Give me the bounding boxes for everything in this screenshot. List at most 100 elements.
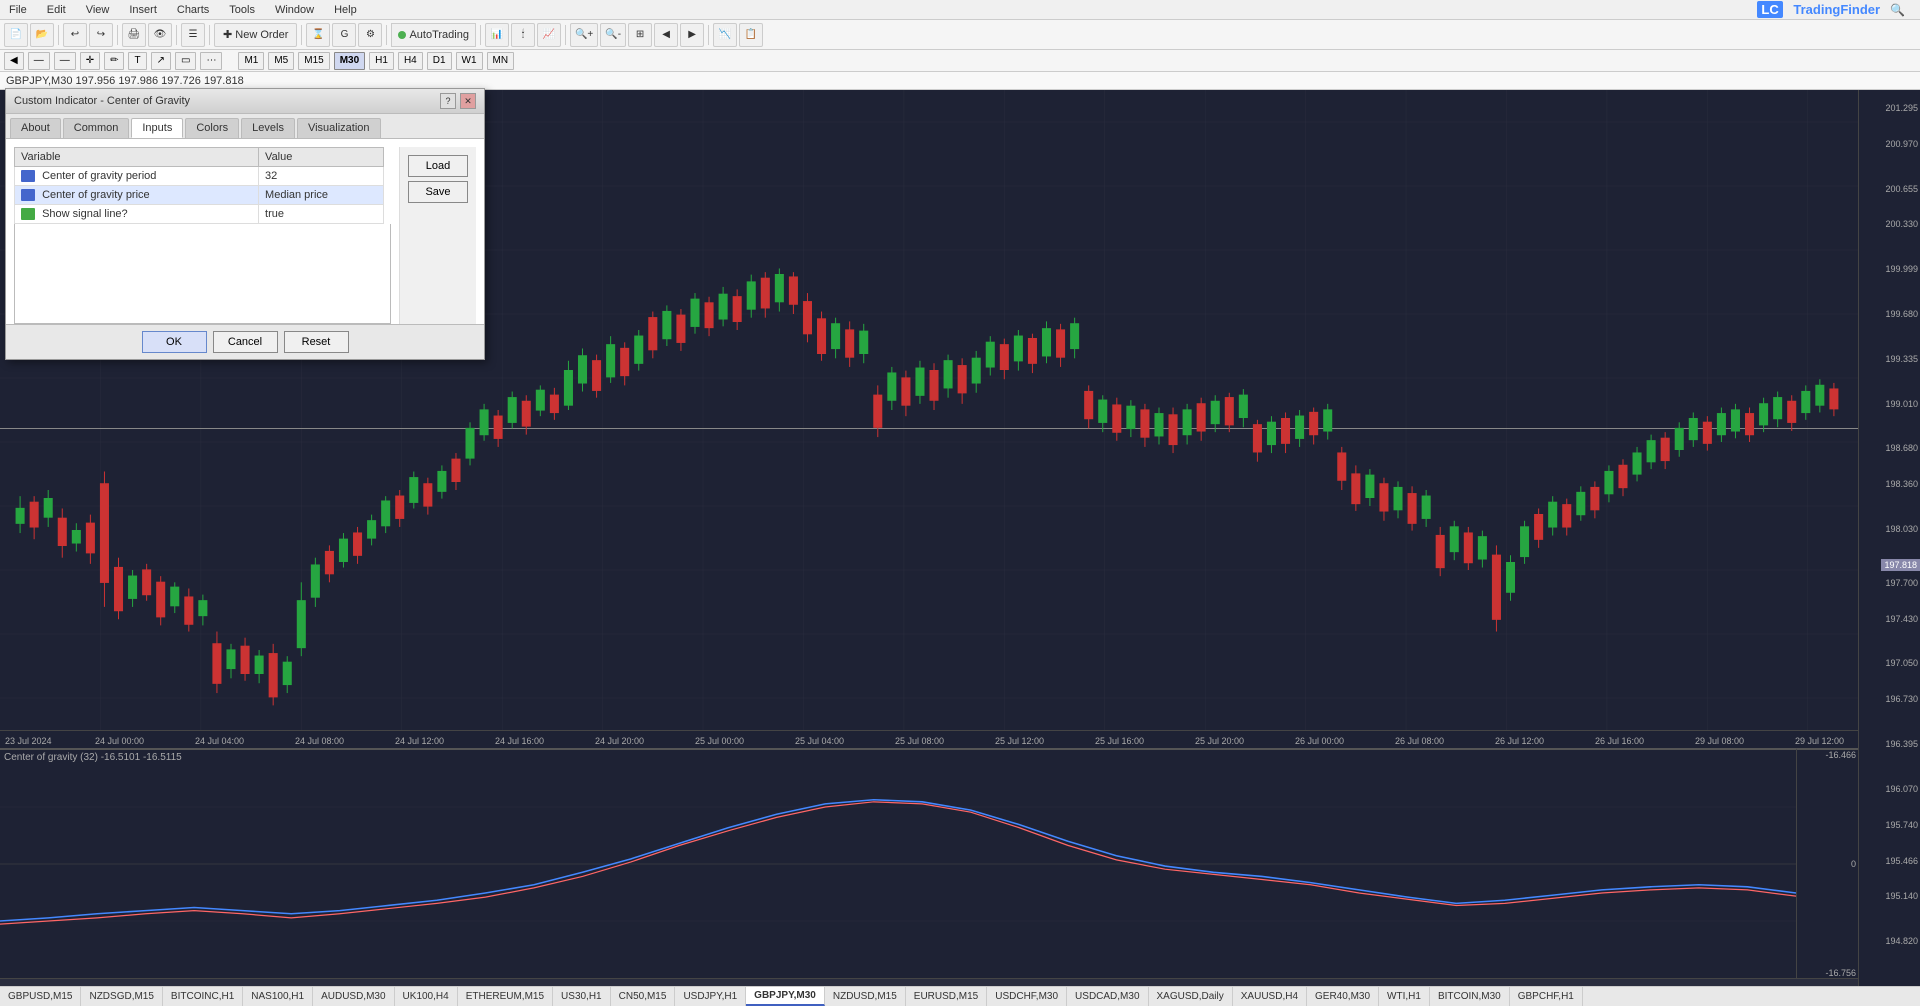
tf-m1[interactable]: M1 bbox=[238, 52, 264, 70]
line-chart-btn[interactable]: 📈 bbox=[537, 23, 561, 47]
candle-chart-btn[interactable]: 🕯 bbox=[511, 23, 535, 47]
dialog-tab-inputs[interactable]: Inputs bbox=[131, 118, 183, 138]
symbol-info: GBPJPY,M30 197.956 197.986 197.726 197.8… bbox=[6, 75, 244, 87]
tab-gbpusd-m15[interactable]: GBPUSD,M15 bbox=[0, 987, 81, 1006]
tf-m30[interactable]: M30 bbox=[334, 52, 365, 70]
tf-crosshair[interactable]: ✛ bbox=[80, 52, 100, 70]
tab-usdcad-m30[interactable]: USDCAD,M30 bbox=[1067, 987, 1148, 1006]
indicator-panel[interactable]: Center of gravity (32) -16.5101 -16.5115 bbox=[0, 748, 1796, 978]
row-variable-3: Show signal line? bbox=[42, 208, 128, 220]
undo-btn[interactable]: ↩ bbox=[63, 23, 87, 47]
tf-more[interactable]: ⋯ bbox=[200, 52, 222, 70]
tab-usdjpy-h1[interactable]: USDJPY,H1 bbox=[675, 987, 746, 1006]
new-order-btn[interactable]: ✚ New Order bbox=[214, 23, 297, 47]
dialog-tab-about[interactable]: About bbox=[10, 118, 61, 138]
scroll-right-btn[interactable]: ▶ bbox=[680, 23, 704, 47]
tab-nzdsgd-m15[interactable]: NZDSGD,M15 bbox=[81, 987, 162, 1006]
scroll-left-btn[interactable]: ◀ bbox=[654, 23, 678, 47]
global-var-btn[interactable]: G bbox=[332, 23, 356, 47]
dialog-close-btn[interactable]: ✕ bbox=[460, 93, 476, 109]
tab-gbpchf-h1[interactable]: GBPCHF,H1 bbox=[1510, 987, 1583, 1006]
row-variable-2: Center of gravity price bbox=[42, 189, 150, 201]
tab-xauusd-h4[interactable]: XAUUSD,H4 bbox=[1233, 987, 1307, 1006]
ok-button[interactable]: OK bbox=[142, 331, 207, 353]
dialog-help-btn[interactable]: ? bbox=[440, 93, 456, 109]
tf-line-tool[interactable]: — bbox=[28, 52, 50, 70]
tab-us30-h1[interactable]: US30,H1 bbox=[553, 987, 611, 1006]
dialog-tab-visualization[interactable]: Visualization bbox=[297, 118, 381, 138]
tf-m5[interactable]: M5 bbox=[268, 52, 294, 70]
tab-gbpjpy-m30[interactable]: GBPJPY,M30 bbox=[746, 987, 825, 1006]
auto-trading-btn[interactable]: AutoTrading bbox=[391, 23, 476, 47]
menu-help[interactable]: Help bbox=[330, 4, 361, 16]
menu-file[interactable]: File bbox=[5, 4, 31, 16]
tab-cn50-m15[interactable]: CN50,M15 bbox=[611, 987, 676, 1006]
tab-bitcoin-m30[interactable]: BITCOIN,M30 bbox=[1430, 987, 1510, 1006]
row-value-3[interactable]: true bbox=[259, 205, 384, 224]
zoom-out-btn[interactable]: 🔍- bbox=[600, 23, 626, 47]
dialog-tab-common[interactable]: Common bbox=[63, 118, 130, 138]
tf-arrow[interactable]: ↗ bbox=[151, 52, 171, 70]
tab-xagusd-daily[interactable]: XAGUSD,Daily bbox=[1149, 987, 1233, 1006]
menu-bar: File Edit View Insert Charts Tools Windo… bbox=[0, 0, 1920, 20]
menu-tools[interactable]: Tools bbox=[225, 4, 259, 16]
templates-btn[interactable]: 📋 bbox=[739, 23, 763, 47]
tab-ger40-m30[interactable]: GER40,M30 bbox=[1307, 987, 1379, 1006]
profiles-btn[interactable]: ☰ bbox=[181, 23, 205, 47]
tf-h4[interactable]: H4 bbox=[398, 52, 423, 70]
cancel-button[interactable]: Cancel bbox=[213, 331, 278, 353]
search-icon[interactable]: 🔍 bbox=[1890, 3, 1905, 17]
row-icon-blue-1 bbox=[21, 170, 35, 182]
tf-rectangle[interactable]: ▭ bbox=[175, 52, 196, 70]
tab-nas100-h1[interactable]: NAS100,H1 bbox=[243, 987, 313, 1006]
tf-d1[interactable]: D1 bbox=[427, 52, 452, 70]
dialog-titlebar[interactable]: Custom Indicator - Center of Gravity ? ✕ bbox=[6, 89, 484, 114]
tf-mn[interactable]: MN bbox=[487, 52, 515, 70]
menu-window[interactable]: Window bbox=[271, 4, 318, 16]
tab-usdchf-m30[interactable]: USDCHF,M30 bbox=[987, 987, 1067, 1006]
tf-pencil[interactable]: ✏ bbox=[104, 52, 124, 70]
tf-w1[interactable]: W1 bbox=[456, 52, 483, 70]
tf-h1[interactable]: H1 bbox=[369, 52, 394, 70]
tab-bitcoin-h1[interactable]: BITCOINC,H1 bbox=[163, 987, 243, 1006]
tab-wti-h1[interactable]: WTI,H1 bbox=[1379, 987, 1430, 1006]
table-row[interactable]: Show signal line? true bbox=[15, 205, 384, 224]
menu-view[interactable]: View bbox=[82, 4, 114, 16]
tab-audusd-m30[interactable]: AUDUSD,M30 bbox=[313, 987, 394, 1006]
tab-uk100-h4[interactable]: UK100,H4 bbox=[395, 987, 458, 1006]
menu-edit[interactable]: Edit bbox=[43, 4, 70, 16]
chart-scrollbar[interactable] bbox=[0, 978, 1858, 986]
svg-text:25 Jul 00:00: 25 Jul 00:00 bbox=[695, 736, 744, 746]
tab-nzdusd-m15[interactable]: NZDUSD,M15 bbox=[825, 987, 906, 1006]
print-btn[interactable]: 🖨 bbox=[122, 23, 146, 47]
bar-chart-btn[interactable]: 📊 bbox=[485, 23, 509, 47]
indicators-btn[interactable]: 📉 bbox=[713, 23, 737, 47]
dialog-tab-colors[interactable]: Colors bbox=[185, 118, 239, 138]
fit-btn[interactable]: ⊞ bbox=[628, 23, 652, 47]
menu-charts[interactable]: Charts bbox=[173, 4, 213, 16]
reset-button[interactable]: Reset bbox=[284, 331, 349, 353]
row-value-1[interactable]: 32 bbox=[259, 167, 384, 186]
zoom-in-btn[interactable]: 🔍+ bbox=[570, 23, 598, 47]
tf-text[interactable]: T bbox=[128, 52, 146, 70]
chart-tab-bar: GBPUSD,M15 NZDSGD,M15 BITCOINC,H1 NAS100… bbox=[0, 986, 1920, 1006]
table-row[interactable]: Center of gravity period 32 bbox=[15, 167, 384, 186]
tf-m15[interactable]: M15 bbox=[298, 52, 329, 70]
tab-eurusd-m15[interactable]: EURUSD,M15 bbox=[906, 987, 987, 1006]
print-prev-btn[interactable]: 👁 bbox=[148, 23, 172, 47]
indicator-dialog[interactable]: Custom Indicator - Center of Gravity ? ✕… bbox=[5, 88, 485, 360]
history-center-btn[interactable]: ⌛ bbox=[306, 23, 330, 47]
row-value-2[interactable]: Median price bbox=[259, 186, 384, 205]
menu-insert[interactable]: Insert bbox=[125, 4, 161, 16]
load-button[interactable]: Load bbox=[408, 155, 468, 177]
tf-arrow-left[interactable]: ◀ bbox=[4, 52, 24, 70]
table-row[interactable]: Center of gravity price Median price bbox=[15, 186, 384, 205]
new-chart-btn[interactable]: 📄 bbox=[4, 23, 28, 47]
tab-ethereum-m15[interactable]: ETHEREUM,M15 bbox=[458, 987, 553, 1006]
dialog-tab-levels[interactable]: Levels bbox=[241, 118, 295, 138]
redo-btn[interactable]: ↪ bbox=[89, 23, 113, 47]
open-btn[interactable]: 📂 bbox=[30, 23, 54, 47]
tf-hline-tool[interactable]: — bbox=[54, 52, 76, 70]
save-button[interactable]: Save bbox=[408, 181, 468, 203]
options-btn[interactable]: ⚙ bbox=[358, 23, 382, 47]
